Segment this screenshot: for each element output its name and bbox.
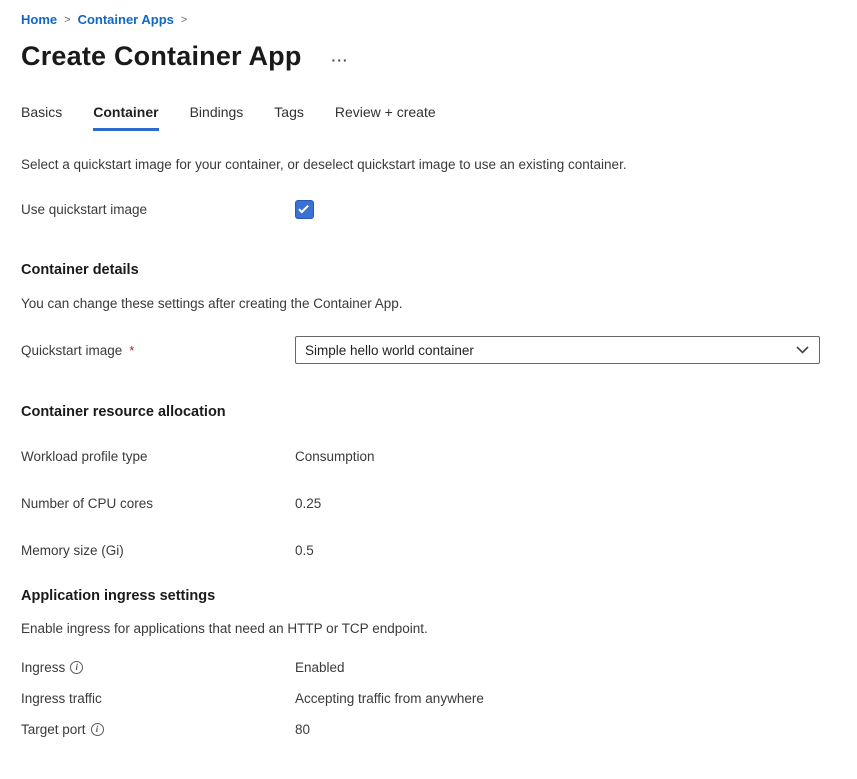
use-quickstart-row: Use quickstart image — [21, 200, 837, 219]
cpu-cores-label: Number of CPU cores — [21, 496, 295, 511]
ingress-settings-heading: Application ingress settings — [21, 588, 837, 604]
ingress-description: Enable ingress for applications that nee… — [21, 620, 837, 637]
more-options-icon[interactable]: ··· — [332, 55, 349, 65]
tab-bindings[interactable]: Bindings — [190, 104, 244, 131]
breadcrumb-chevron-icon: > — [181, 12, 187, 28]
quickstart-image-select[interactable]: Simple hello world container — [295, 336, 820, 364]
target-port-row: Target port i 80 — [21, 722, 837, 753]
title-row: Create Container App ··· — [21, 41, 837, 72]
target-port-label-text: Target port — [21, 722, 86, 737]
ingress-row: Ingress i Enabled — [21, 660, 837, 691]
tab-container[interactable]: Container — [93, 104, 158, 131]
tab-bar: Basics Container Bindings Tags Review + … — [21, 104, 837, 131]
use-quickstart-label: Use quickstart image — [21, 202, 295, 217]
quickstart-image-selected-value: Simple hello world container — [305, 343, 474, 358]
tab-tags[interactable]: Tags — [274, 104, 304, 131]
required-marker: * — [129, 343, 134, 358]
memory-size-value: 0.5 — [295, 543, 314, 558]
container-details-note: You can change these settings after crea… — [21, 295, 837, 312]
resource-allocation-heading: Container resource allocation — [21, 404, 837, 420]
tab-review-create[interactable]: Review + create — [335, 104, 436, 131]
quickstart-image-row: Quickstart image * Simple hello world co… — [21, 336, 837, 364]
container-details-heading: Container details — [21, 262, 837, 278]
breadcrumb-chevron-icon: > — [64, 12, 70, 28]
workload-profile-value: Consumption — [295, 449, 375, 464]
checkmark-icon — [298, 203, 309, 214]
workload-profile-label: Workload profile type — [21, 449, 295, 464]
workload-profile-row: Workload profile type Consumption — [21, 447, 837, 465]
breadcrumb-link-home[interactable]: Home — [21, 12, 57, 28]
info-icon[interactable]: i — [91, 723, 104, 736]
cpu-cores-row: Number of CPU cores 0.25 — [21, 494, 837, 512]
chevron-down-icon — [796, 346, 809, 354]
quickstart-image-label-text: Quickstart image — [21, 343, 122, 358]
memory-size-label: Memory size (Gi) — [21, 543, 295, 558]
ingress-traffic-row: Ingress traffic Accepting traffic from a… — [21, 691, 837, 722]
page-title: Create Container App — [21, 41, 302, 72]
ingress-label: Ingress i — [21, 660, 295, 675]
target-port-label: Target port i — [21, 722, 295, 737]
cpu-cores-value: 0.25 — [295, 496, 321, 511]
memory-size-row: Memory size (Gi) 0.5 — [21, 541, 837, 559]
breadcrumb-link-container-apps[interactable]: Container Apps — [78, 12, 174, 28]
breadcrumb: Home > Container Apps > — [21, 12, 837, 28]
ingress-rows: Ingress i Enabled Ingress traffic Accept… — [21, 660, 837, 753]
ingress-traffic-label-text: Ingress traffic — [21, 691, 102, 706]
create-container-app-page: Home > Container Apps > Create Container… — [0, 0, 857, 753]
ingress-traffic-value: Accepting traffic from anywhere — [295, 691, 484, 706]
ingress-label-text: Ingress — [21, 660, 65, 675]
quickstart-image-label: Quickstart image * — [21, 343, 295, 358]
tab-basics[interactable]: Basics — [21, 104, 62, 131]
target-port-value: 80 — [295, 722, 310, 737]
info-icon[interactable]: i — [70, 661, 83, 674]
quickstart-description: Select a quickstart image for your conta… — [21, 156, 837, 173]
ingress-traffic-label: Ingress traffic — [21, 691, 295, 706]
ingress-value: Enabled — [295, 660, 345, 675]
use-quickstart-checkbox[interactable] — [295, 200, 314, 219]
